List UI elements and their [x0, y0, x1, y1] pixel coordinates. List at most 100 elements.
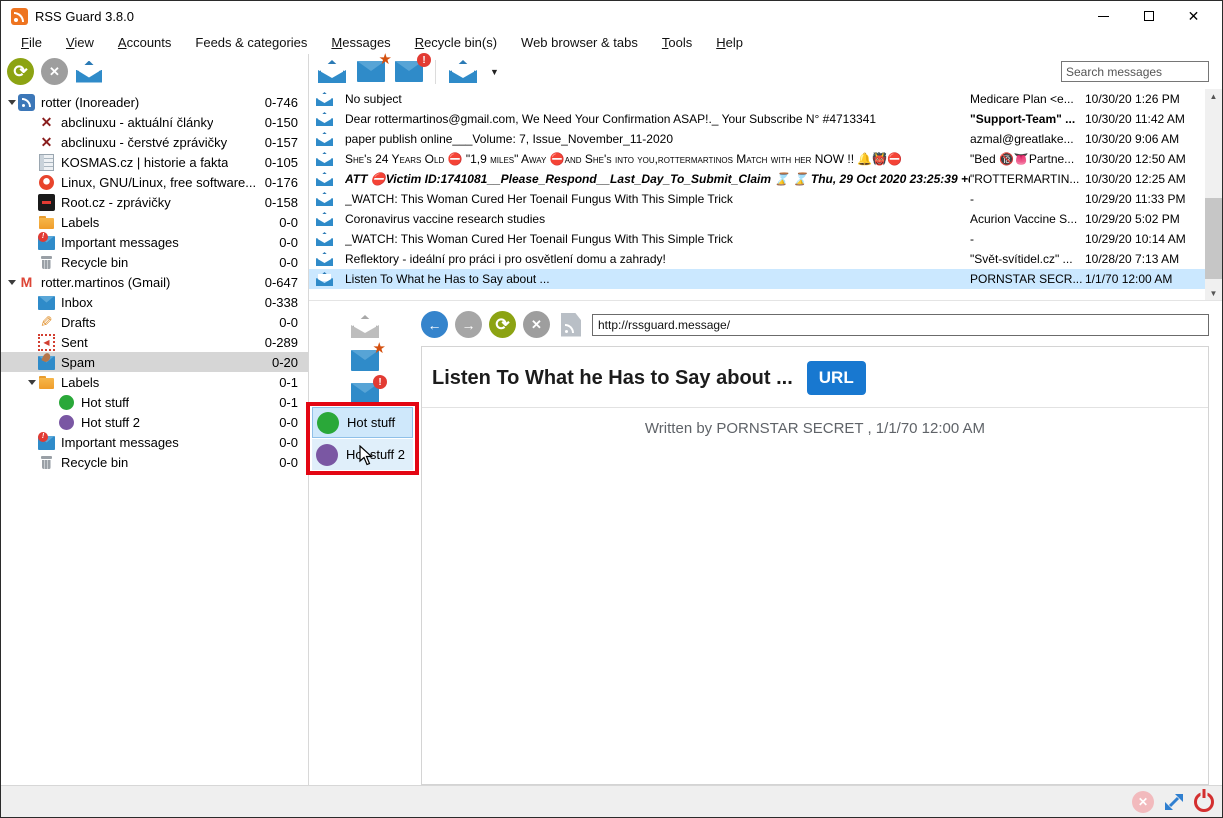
menu-recycle-bins[interactable]: Recycle bin(s) — [403, 33, 509, 53]
feed-sent[interactable]: Sent0-289 — [1, 332, 308, 352]
label-option-hot-stuff[interactable]: Hot stuff — [312, 407, 413, 438]
cancel-update-icon[interactable]: ✕ — [41, 58, 68, 85]
star-badge: ★ — [379, 52, 392, 67]
sent-icon — [38, 334, 55, 351]
fullscreen-icon[interactable] — [1163, 791, 1185, 813]
message-row[interactable]: Coronavirus vaccine research studiesAcur… — [309, 209, 1205, 229]
url-bar[interactable] — [592, 314, 1209, 336]
feed-label-hot-stuff-2[interactable]: Hot stuff 20-0 — [1, 412, 308, 432]
feed-item[interactable]: Root.cz - zprávičky0-158 — [1, 192, 308, 212]
feed-spam-selected[interactable]: Spam0-20 — [1, 352, 308, 372]
unread-mail-icon — [316, 112, 333, 126]
feed-account-inoreader[interactable]: rotter (Inoreader)0-746 — [1, 92, 308, 112]
feed-toolbar: ⟳ ✕ — [1, 54, 309, 89]
feed-important-messages[interactable]: !Important messages0-0 — [1, 432, 308, 452]
mouse-cursor-icon — [359, 445, 374, 466]
open-mail-icon[interactable] — [75, 61, 103, 83]
feed-item[interactable]: abclinuxu - aktuální články0-150 — [1, 112, 308, 132]
feed-labels-folder[interactable]: Labels0-0 — [1, 212, 308, 232]
feed-labels-folder[interactable]: Labels0-1 — [1, 372, 308, 392]
feed-list: rotter (Inoreader)0-746 abclinuxu - aktu… — [1, 89, 309, 785]
feed-label-hot-stuff[interactable]: Hot stuff0-1 — [1, 392, 308, 412]
menu-feeds-categories[interactable]: Feeds & categories — [183, 33, 319, 53]
collapse-chevron-icon[interactable] — [8, 280, 16, 285]
unread-mail-icon — [316, 92, 333, 106]
scrollbar-thumb[interactable] — [1205, 198, 1222, 279]
close-button[interactable]: ✕ — [1171, 1, 1216, 31]
statusbar: ✕ — [1, 785, 1222, 817]
spam-icon — [38, 354, 55, 371]
unread-mail-icon — [316, 232, 333, 246]
collapse-chevron-icon[interactable] — [28, 380, 36, 385]
trash-icon — [38, 454, 55, 471]
back-icon[interactable]: ← — [421, 311, 448, 338]
mail-star-icon[interactable]: ★ — [351, 350, 379, 371]
feed-item[interactable]: abclinuxu - čerstvé zprávičky0-157 — [1, 132, 308, 152]
menu-web-browser-tabs[interactable]: Web browser & tabs — [509, 33, 650, 53]
mark-read-icon[interactable] — [317, 60, 347, 83]
feed-important-messages[interactable]: !Important messages0-0 — [1, 232, 308, 252]
message-title: Listen To What he Has to Say about ... — [432, 367, 793, 390]
search-input[interactable] — [1061, 61, 1209, 82]
dropdown-caret-icon[interactable]: ▼ — [490, 67, 499, 77]
reload-icon[interactable]: ⟳ — [489, 311, 516, 338]
scroll-down-icon[interactable]: ▼ — [1205, 286, 1222, 300]
unread-mail-icon — [316, 172, 333, 186]
message-row[interactable]: _WATCH: This Woman Cured Her Toenail Fun… — [309, 189, 1205, 209]
mail-important-icon[interactable]: ! — [351, 383, 379, 404]
power-icon[interactable] — [1194, 792, 1214, 812]
menu-tools[interactable]: Tools — [650, 33, 704, 53]
menu-accounts[interactable]: Accounts — [106, 33, 183, 53]
message-row-selected[interactable]: Listen To What he Has to Say about ...PO… — [309, 269, 1205, 289]
message-row[interactable]: No subjectMedicare Plan <e...10/30/20 1:… — [309, 89, 1205, 109]
reddit-icon — [38, 174, 55, 191]
inoreader-icon — [18, 94, 35, 111]
mark-unread-icon[interactable] — [350, 315, 380, 338]
important-badge: ! — [373, 375, 387, 389]
feed-account-gmail[interactable]: rotter.martinos (Gmail)0-647 — [1, 272, 308, 292]
message-row[interactable]: ATT ⛔Victim ID:1741081__Please_Respond__… — [309, 169, 1205, 189]
purple-label-icon — [58, 414, 75, 431]
feed-recycle-bin[interactable]: Recycle bin0-0 — [1, 252, 308, 272]
green-label-icon — [58, 394, 75, 411]
message-row[interactable]: paper publish online___Volume: 7, Issue_… — [309, 129, 1205, 149]
rss-app-icon — [11, 8, 28, 25]
collapse-chevron-icon[interactable] — [8, 100, 16, 105]
message-list-scrollbar[interactable]: ▲ ▼ — [1205, 89, 1222, 300]
message-row[interactable]: _WATCH: This Woman Cured Her Toenail Fun… — [309, 229, 1205, 249]
message-preview: ★ ! ← → ⟳ ✕ Listen To What he Has to S — [309, 301, 1222, 785]
trash-icon — [38, 254, 55, 271]
mail-important-icon[interactable]: ! — [395, 61, 423, 82]
purple-label-icon — [316, 444, 338, 466]
rss-feed-icon — [561, 313, 581, 337]
scroll-up-icon[interactable]: ▲ — [1205, 89, 1222, 103]
feed-recycle-bin[interactable]: Recycle bin0-0 — [1, 452, 308, 472]
minimize-button[interactable] — [1081, 1, 1126, 31]
mail-important-icon: ! — [38, 234, 55, 251]
abclinuxu-icon — [38, 134, 55, 151]
feed-inbox[interactable]: Inbox0-338 — [1, 292, 308, 312]
drafts-pencil-icon — [38, 314, 55, 331]
message-row[interactable]: Reflektory - ideální pro práci i pro osv… — [309, 249, 1205, 269]
open-mail-dropdown-icon[interactable] — [448, 60, 478, 83]
rootcz-icon — [38, 194, 55, 211]
stop-icon[interactable]: ✕ — [523, 311, 550, 338]
mail-star-icon[interactable]: ★ — [357, 61, 385, 82]
message-row[interactable]: She's 24 Years Old ⛔ "1,9 miles" Away ⛔a… — [309, 149, 1205, 169]
message-row[interactable]: Dear rottermartinos@gmail.com, We Need Y… — [309, 109, 1205, 129]
refresh-feeds-icon[interactable]: ⟳ — [7, 58, 34, 85]
menu-help[interactable]: Help — [704, 33, 755, 53]
unread-mail-icon — [316, 152, 333, 166]
menu-messages[interactable]: Messages — [319, 33, 402, 53]
menu-file[interactable]: File — [9, 33, 54, 53]
message-content: Listen To What he Has to Say about ... U… — [421, 346, 1209, 785]
feed-item[interactable]: KOSMAS.cz | historie a fakta0-105 — [1, 152, 308, 172]
message-list: No subjectMedicare Plan <e...10/30/20 1:… — [309, 89, 1222, 301]
feed-item[interactable]: Linux, GNU/Linux, free software...0-176 — [1, 172, 308, 192]
maximize-button[interactable] — [1126, 1, 1171, 31]
green-label-icon — [317, 412, 339, 434]
url-button[interactable]: URL — [807, 361, 866, 395]
feed-drafts[interactable]: Drafts0-0 — [1, 312, 308, 332]
forward-icon[interactable]: → — [455, 311, 482, 338]
menu-view[interactable]: View — [54, 33, 106, 53]
